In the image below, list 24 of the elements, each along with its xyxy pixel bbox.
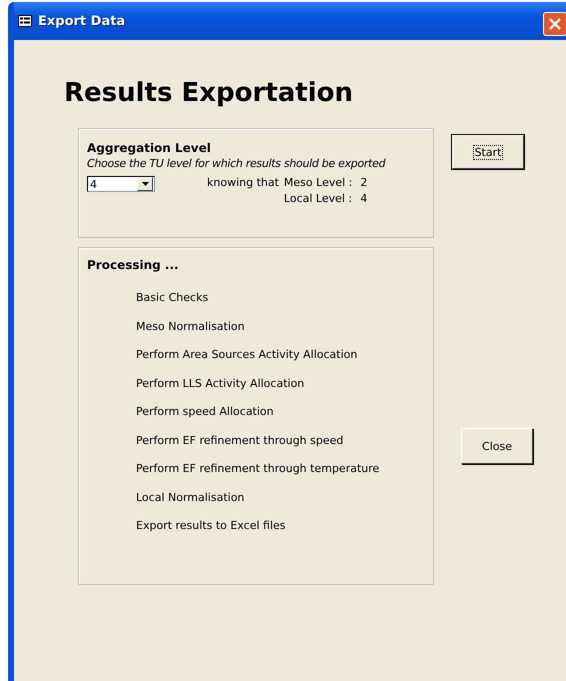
- step-label: Meso Normalisation: [136, 320, 246, 332]
- section-title: Aggregation Level: [87, 141, 212, 155]
- form-icon: [18, 15, 32, 27]
- level-label: Local Level :: [284, 192, 352, 205]
- form-heading: Results Exportation: [64, 78, 354, 108]
- hint-text: Choose the TU level for which results should be exported: [87, 157, 387, 170]
- step-label: Perform LLS Activity Allocation: [136, 376, 306, 390]
- level-dropdown[interactable]: 4: [87, 176, 155, 192]
- knowing-label: knowing that: [207, 176, 279, 189]
- step-label: Perform speed Allocation: [136, 405, 275, 418]
- level-value: 2: [360, 176, 368, 189]
- step-label: Local Normalisation: [136, 490, 246, 504]
- step-label: Perform Area Sources Activity Allocation: [136, 348, 358, 361]
- step-label: Perform EF refinement through temperature: [136, 462, 380, 475]
- close-icon[interactable]: [543, 12, 566, 36]
- level-label: Meso Level :: [284, 176, 352, 189]
- step-label: Export results to Excel files: [136, 519, 287, 532]
- step-label: Perform EF refinement through speed: [136, 434, 344, 446]
- section-title: Processing ...: [87, 258, 180, 272]
- start-button[interactable]: Start: [452, 135, 524, 169]
- step-label: Basic Checks: [136, 291, 210, 304]
- level-value: 4: [360, 192, 368, 205]
- close-button[interactable]: Close: [461, 428, 533, 464]
- window-title: Export Data: [38, 14, 126, 28]
